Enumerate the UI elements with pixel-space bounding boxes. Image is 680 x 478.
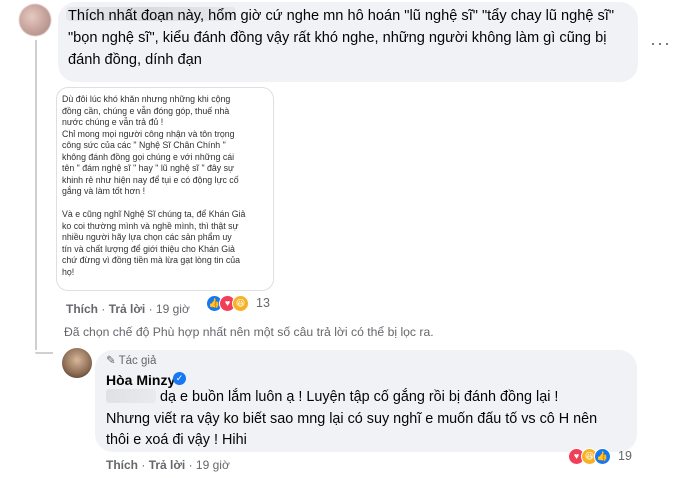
reply-reply-button[interactable]: Trả lời bbox=[149, 458, 186, 472]
like-reaction-icon: 👍 bbox=[594, 448, 611, 465]
verified-badge-icon: ✓ bbox=[173, 372, 186, 385]
reply-button[interactable]: Trả lời bbox=[109, 302, 146, 316]
reply-actions: Thích · Trả lời · 19 giờ bbox=[106, 458, 230, 472]
author-badge: ✎ Tác giả bbox=[106, 355, 157, 367]
author-badge-icon: ✎ bbox=[106, 355, 119, 367]
avatar[interactable] bbox=[19, 4, 51, 36]
reply-time[interactable]: 19 giờ bbox=[196, 458, 230, 472]
author-name[interactable]: Hòa Minzy bbox=[106, 372, 175, 388]
comment-text: Thích nhất đoạn này, hổm giờ cứ nghe mn … bbox=[68, 8, 615, 68]
haha-reaction-icon: 😆 bbox=[232, 295, 249, 312]
filter-notice: Đã chọn chế độ Phù hợp nhất nên một số c… bbox=[64, 325, 434, 339]
attached-image-text: Dù đôi lúc khó khăn nhưng những khi cộng… bbox=[62, 94, 246, 277]
more-options-icon[interactable]: ··· bbox=[650, 33, 671, 54]
redacted-text bbox=[106, 389, 156, 403]
reply-text: dạ e buồn lắm luôn ạ ! Luyện tập cố gắng… bbox=[106, 389, 598, 448]
reaction-summary[interactable]: 👍 ♥ 😆 13 bbox=[206, 295, 276, 313]
reply-reaction-summary[interactable]: ♥ 😆 👍 19 bbox=[568, 448, 638, 466]
thread-branch bbox=[35, 352, 53, 354]
reaction-count: 13 bbox=[256, 296, 270, 310]
comment-time[interactable]: 19 giờ bbox=[156, 302, 190, 316]
like-button[interactable]: Thích bbox=[66, 302, 98, 316]
author-avatar[interactable] bbox=[62, 348, 92, 378]
comment-actions: Thích · Trả lời · 19 giờ bbox=[66, 302, 190, 316]
reply-like-button[interactable]: Thích bbox=[106, 458, 138, 472]
thread-line bbox=[35, 40, 37, 350]
reply-reaction-count: 19 bbox=[618, 449, 632, 463]
